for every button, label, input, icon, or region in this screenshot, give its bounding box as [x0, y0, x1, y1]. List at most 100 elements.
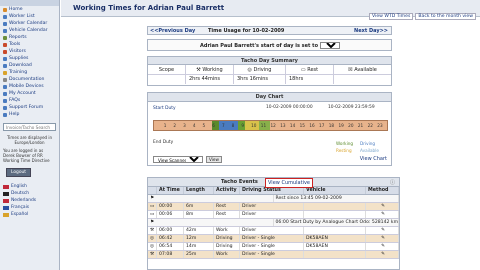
- edit-method-icon[interactable]: ✎: [366, 211, 399, 218]
- event-vehicle: DK58AEN: [304, 235, 366, 242]
- sidebar-item-worker-list[interactable]: Worker List: [0, 13, 59, 20]
- hour-tick-label: 10: [251, 123, 257, 128]
- view-cumulative-link[interactable]: View Cumulative: [265, 178, 313, 188]
- language-english[interactable]: English: [0, 183, 59, 190]
- start-of-day-panel: Adrian Paul Barrett's start of day is se…: [147, 39, 392, 51]
- col-rest-label: Rest: [307, 67, 319, 73]
- sidebar-item-reports[interactable]: Reports: [0, 34, 59, 41]
- sidebar-item-label: My Account: [9, 91, 36, 96]
- hour-tick-label: 5: [202, 123, 206, 128]
- edit-method-icon[interactable]: ✎: [366, 251, 399, 258]
- sidebar-item-visitors[interactable]: Visitors: [0, 48, 59, 55]
- legend-driving: Driving: [360, 141, 376, 146]
- sidebar-item-label: FAQs: [9, 98, 21, 103]
- worker-list-icon: [3, 14, 7, 19]
- col-method: Method: [366, 187, 399, 194]
- col-working: ⚒ Working: [186, 65, 234, 74]
- event-row: ▭ 00:00 6m Rest Driver ✎: [148, 203, 399, 211]
- next-day-link[interactable]: Next Day>>: [354, 28, 388, 34]
- event-note: Rest since 13:45 09-02-2009: [274, 195, 399, 202]
- sidebar-item-label: Reports: [9, 35, 27, 40]
- sidebar-item-home[interactable]: Home: [0, 6, 59, 13]
- view-button[interactable]: View: [206, 156, 222, 163]
- sidebar-item-label: Vehicle Calendar: [9, 28, 48, 33]
- visitors-icon: [3, 49, 7, 54]
- forum-icon: [3, 105, 7, 110]
- event-flag-icon: ⚑: [148, 195, 274, 202]
- edit-method-icon[interactable]: ✎: [366, 203, 399, 210]
- logged-in-note: You are logged in as Derek Bowser of RR …: [3, 148, 50, 163]
- info-icon[interactable]: ⓘ: [390, 179, 395, 186]
- sidebar-item-label: Home: [9, 7, 23, 12]
- hour-tick-label: 21: [357, 123, 364, 128]
- sidebar-item-label: Support Forum: [9, 105, 44, 110]
- col-activity: Activity: [214, 187, 240, 194]
- edit-method-icon[interactable]: ✎: [366, 243, 399, 250]
- language-français[interactable]: Français: [0, 204, 59, 211]
- tacho-summary-panel: Tacho Day Summary Scope ⚒ Working ◎ Driv…: [147, 56, 392, 86]
- legend-available: Available: [360, 148, 379, 153]
- event-row: ▭ 00:06 8m Rest Driver ✎: [148, 211, 399, 219]
- logout-button[interactable]: Logout: [6, 168, 32, 177]
- event-length: 25m: [184, 251, 214, 258]
- event-at-time: 06:42: [157, 235, 184, 242]
- working-icon: ⚒: [148, 251, 157, 258]
- events-header: At Time Length Activity Driving Status V…: [148, 187, 399, 195]
- event-vehicle: [304, 203, 366, 210]
- sidebar-item-my-account[interactable]: My Account: [0, 90, 59, 97]
- sidebar-item-vehicle-calendar[interactable]: Vehicle Calendar: [0, 27, 59, 34]
- event-row: ⚒ 06:00 42m Work Driver ✎: [148, 227, 399, 235]
- hour-tick-label: 16: [309, 123, 315, 128]
- flag-icon: [3, 205, 9, 210]
- language-label: English: [11, 184, 27, 189]
- col-available-label: Available: [354, 67, 377, 73]
- supplies-icon: [3, 56, 7, 61]
- edit-method-icon[interactable]: ✎: [366, 227, 399, 234]
- event-at-time: 00:06: [157, 211, 184, 218]
- flag-icon: [3, 191, 9, 196]
- view-chart-link[interactable]: View Chart: [360, 156, 387, 162]
- download-icon: [3, 63, 7, 68]
- event-at-time: 06:54: [157, 243, 184, 250]
- sidebar-item-worker-calendar[interactable]: Worker Calendar: [0, 20, 59, 27]
- sidebar-item-help[interactable]: Help: [0, 111, 59, 118]
- previous-day-link[interactable]: <<Previous Day: [150, 28, 195, 34]
- back-to-month-link[interactable]: Back to the month view: [415, 13, 476, 20]
- flag-icon: [3, 184, 9, 189]
- scanned-chart-select[interactable]: View Scanned Chart: [153, 156, 203, 163]
- hour-tick-label: 18: [328, 123, 335, 128]
- hour-tick-label: 12: [270, 123, 276, 128]
- view-wtd-times-link[interactable]: View WTD Times: [369, 13, 414, 20]
- edit-method-icon[interactable]: ✎: [366, 235, 399, 242]
- sidebar: Home Worker List Worker Calendar Vehicle Ca…: [0, 0, 60, 270]
- hour-tick-label: 3: [183, 123, 186, 128]
- col-available: ☒ Available: [334, 65, 391, 74]
- language-nederlands[interactable]: Nederlands: [0, 197, 59, 204]
- sidebar-item-support-forum[interactable]: Support Forum: [0, 104, 59, 111]
- event-row: ⚒ 07:08 25m Work Driver - Single ✎: [148, 251, 399, 259]
- sidebar-item-tools[interactable]: Tools: [0, 41, 59, 48]
- event-row: ⚑ Rest since 13:45 09-02-2009: [148, 195, 399, 203]
- event-at-time: 06:00: [157, 227, 184, 234]
- sidebar-item-mobile-devices[interactable]: Mobile Devices: [0, 83, 59, 90]
- language-español[interactable]: Español: [0, 211, 59, 218]
- chart-to-date: 10-02-2009 23:59:59: [328, 105, 375, 110]
- steering-wheel-icon: ◎: [148, 243, 157, 250]
- sidebar-item-label: Mobile Devices: [9, 84, 44, 89]
- calendar-icon: [3, 21, 7, 26]
- sidebar-item-supplies[interactable]: Supplies: [0, 55, 59, 62]
- sidebar-item-documentation[interactable]: Documentation: [0, 76, 59, 83]
- available-value: [334, 75, 391, 84]
- tacho-search-input[interactable]: Invoice/Tacho Search: [3, 123, 56, 131]
- start-of-day-select[interactable]: 00:00: [320, 42, 340, 49]
- col-scope: Scope: [148, 65, 186, 74]
- sidebar-item-training[interactable]: Training: [0, 69, 59, 76]
- reports-icon: [3, 35, 7, 40]
- hour-tick-label: 20: [348, 123, 354, 128]
- sidebar-item-download[interactable]: Download: [0, 62, 59, 69]
- tacho-events-title: Tacho Events: [221, 179, 258, 185]
- legend-working: Working: [336, 141, 354, 146]
- language-deutsch[interactable]: Deutsch: [0, 190, 59, 197]
- sidebar-item-faqs[interactable]: FAQs: [0, 97, 59, 104]
- mobile-icon: [3, 84, 7, 89]
